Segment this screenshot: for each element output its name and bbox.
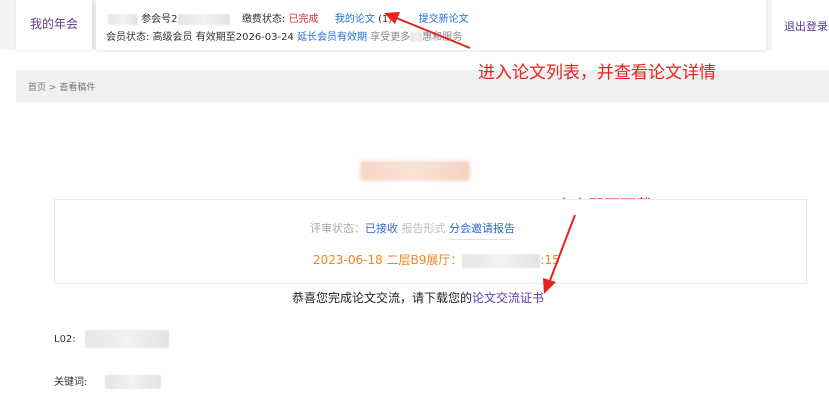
member-status-row: 会员状态: 高级会员 有效期至2026-03-24 延长会员有效期 享受更多 惠和… (106, 28, 462, 43)
benefit-suffix: 惠和服务 (422, 32, 463, 43)
review-info-box (54, 199, 807, 284)
redacted-keywords-value (104, 375, 161, 389)
congrats-line: 恭喜您完成论文交流，请下载您的论文交流证书 (292, 289, 544, 306)
member-info-panel: 参会号2 缴费状态: 已完成 我的论文 (1) 提交新论文 会员状态: 高级会员… (96, 0, 766, 50)
top-bar: 我的年会 参会号2 缴费状态: 已完成 我的论文 (1) 提交新论文 会员状态:… (0, 0, 829, 50)
member-no-label: 参会号2 (141, 14, 178, 25)
review-status-label: 评审状态： (310, 222, 365, 235)
invite-report-button[interactable]: 分会邀请报告 (449, 222, 515, 240)
submit-new-paper-link[interactable]: 提交新论文 (419, 14, 469, 25)
report-form-label: 报告形式 (401, 222, 446, 235)
breadcrumb-separator: > (48, 83, 57, 93)
keywords-label: 关键词: (54, 377, 88, 388)
valid-until-label: 有效期至 (195, 32, 236, 43)
l02-label: L02: (54, 334, 76, 345)
presentation-date: 2023-06-18 二层B9展厅： (313, 253, 463, 267)
benefit-prefix: 享受更多 (370, 32, 411, 43)
redacted-member-no (177, 13, 230, 25)
member-info-row: 参会号2 缴费状态: 已完成 我的论文 (1) 提交新论文 (108, 10, 469, 25)
payment-status-label: 缴费状态: (241, 14, 286, 25)
payment-status-value: 已完成 (288, 14, 319, 25)
my-annual-label: 我的年会 (29, 17, 78, 31)
member-level: 高级会员 (152, 32, 193, 43)
review-status-value: 已接收 (365, 222, 398, 235)
breadcrumb-current: 查看稿件 (59, 83, 96, 93)
breadcrumb-home[interactable]: 首页 (28, 83, 46, 93)
my-papers-link[interactable]: 我的论文 (335, 14, 375, 25)
redacted-name (108, 13, 138, 25)
annotation-enter-list: 进入论文列表，并查看论文详情 (478, 63, 716, 83)
redacted-time (462, 253, 541, 268)
l02-field: L02: (54, 330, 169, 348)
extend-membership-link[interactable]: 延长会员有效期 (297, 32, 367, 43)
presentation-time-line: 2023-06-18 二层B9展厅： :15 (313, 251, 560, 268)
valid-until-date: 2026-03-24 (235, 32, 294, 43)
breadcrumb: 首页 > 查看稿件 (28, 80, 95, 93)
my-annual-tab[interactable]: 我的年会 (16, 0, 92, 50)
certificate-download-link[interactable]: 论文交流证书 (472, 291, 544, 305)
congrats-text: 恭喜您完成论文交流，请下载您的 (292, 291, 473, 305)
logout-button[interactable]: 退出登录 (784, 18, 828, 34)
redacted-benefit (410, 32, 423, 42)
redacted-l02-value (84, 330, 169, 348)
member-status-label: 会员状态: (106, 32, 150, 43)
review-status-line: 评审状态：已接收 报告形式 分会邀请报告 (310, 220, 515, 240)
redacted-paper-title (360, 161, 470, 181)
presentation-time-suffix: :15 (540, 253, 560, 267)
keywords-field: 关键词: (54, 373, 161, 389)
logout-tab[interactable]: 退出登录 (772, 0, 829, 50)
my-papers-count: (1) (378, 14, 393, 25)
